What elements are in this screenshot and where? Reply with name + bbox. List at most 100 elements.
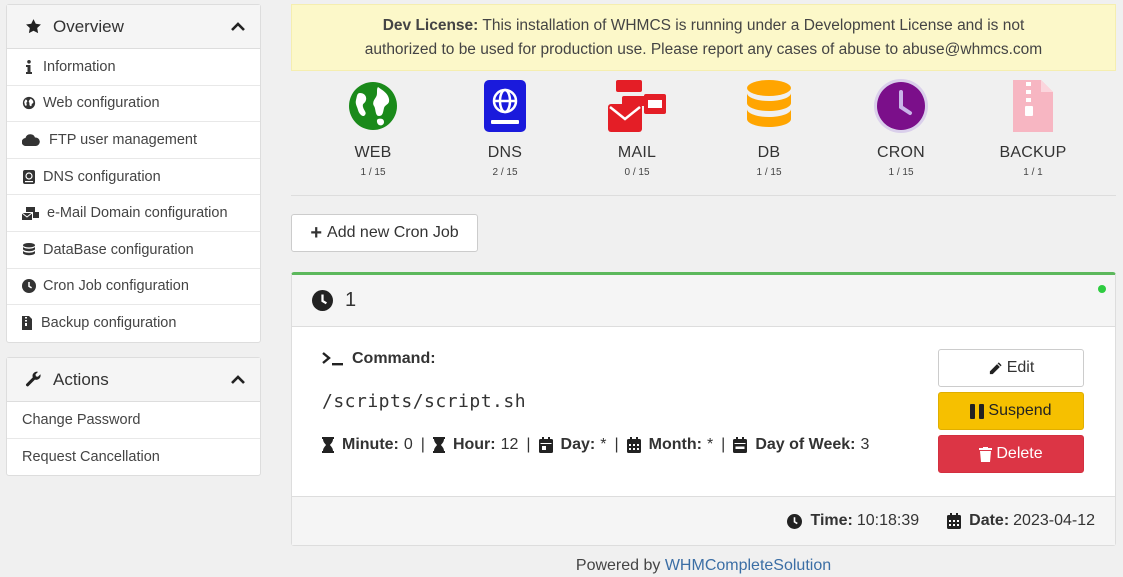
clock-icon bbox=[21, 279, 37, 294]
calendar-week-icon bbox=[733, 437, 748, 453]
wrench-icon bbox=[25, 371, 43, 388]
overview-panel-header[interactable]: Overview bbox=[7, 5, 260, 49]
schedule-minute: Minute: 0 bbox=[322, 436, 413, 454]
cron-job-card: 1 Command: /scripts/script.sh Minute: 0 |… bbox=[291, 272, 1116, 546]
stat-cron[interactable]: CRON 1 / 15 bbox=[841, 78, 961, 178]
cron-job-header: 1 bbox=[292, 275, 1115, 327]
sidebar-item-dns-configuration[interactable]: DNS configuration bbox=[7, 159, 260, 196]
sidebar-item-label: DNS configuration bbox=[43, 168, 161, 185]
sidebar-item-label: e-Mail Domain configuration bbox=[47, 205, 228, 222]
schedule-hour: Hour: 12 bbox=[432, 436, 518, 454]
overview-title: Overview bbox=[53, 16, 124, 36]
mail-bulk-icon bbox=[577, 78, 697, 134]
trash-icon bbox=[979, 446, 993, 462]
month-value: * bbox=[706, 436, 714, 453]
delete-label: Delete bbox=[996, 445, 1043, 462]
month-label: Month: bbox=[648, 436, 702, 453]
powered-by: Powered by WHMCompleteSolution bbox=[291, 557, 1116, 575]
sidebar-item-label: Information bbox=[43, 58, 116, 75]
stat-db[interactable]: DB 1 / 15 bbox=[709, 78, 829, 178]
minute-value: 0 bbox=[403, 436, 413, 453]
stat-count: 0 / 15 bbox=[624, 167, 650, 178]
info-icon bbox=[21, 59, 37, 74]
stat-count: 1 / 15 bbox=[756, 167, 782, 178]
clock-icon bbox=[312, 290, 333, 311]
sidebar-item-email-domain-configuration[interactable]: e-Mail Domain configuration bbox=[7, 195, 260, 232]
separator: | bbox=[420, 436, 425, 453]
globe-icon bbox=[313, 78, 433, 134]
add-new-cron-job-button[interactable]: + Add new Cron Job bbox=[291, 214, 478, 252]
sidebar-item-label: Web configuration bbox=[43, 95, 160, 112]
schedule-month: Month: * bbox=[626, 436, 714, 454]
edit-button[interactable]: Edit bbox=[938, 349, 1084, 387]
time-info: Time: 10:18:39 bbox=[787, 512, 919, 530]
stat-label: MAIL bbox=[617, 144, 657, 161]
calendar-alt-icon bbox=[947, 513, 962, 529]
sidebar-item-cron-job-configuration[interactable]: Cron Job configuration bbox=[7, 269, 260, 306]
date-value: 2023-04-12 bbox=[1013, 512, 1095, 529]
actions-panel-header[interactable]: Actions bbox=[7, 358, 260, 402]
stat-label: BACKUP bbox=[999, 144, 1067, 161]
sidebar-item-ftp-user-management[interactable]: FTP user management bbox=[7, 122, 260, 159]
separator: | bbox=[721, 436, 726, 453]
cron-job-id: 1 bbox=[345, 289, 357, 311]
hourglass-icon bbox=[432, 437, 445, 453]
cron-job-footer: Time: 10:18:39 Date: 2023-04-12 bbox=[292, 496, 1115, 545]
database-icon bbox=[709, 78, 829, 134]
address-book-icon bbox=[445, 78, 565, 134]
sidebar-item-label: FTP user management bbox=[49, 131, 198, 148]
overview-panel: Overview Information Web configuration F… bbox=[6, 4, 261, 343]
stat-count: 1 / 15 bbox=[360, 167, 386, 178]
stat-label: WEB bbox=[354, 144, 392, 161]
address-book-icon bbox=[21, 169, 37, 184]
sidebar-item-request-cancellation[interactable]: Request Cancellation bbox=[7, 439, 260, 476]
sidebar-item-label: Request Cancellation bbox=[22, 448, 160, 465]
sidebar-item-information[interactable]: Information bbox=[7, 49, 260, 86]
sidebar-item-backup-configuration[interactable]: Backup configuration bbox=[7, 305, 260, 342]
clock-icon bbox=[787, 513, 803, 529]
whmcs-link[interactable]: WHMCompleteSolution bbox=[665, 557, 831, 574]
add-button-label: Add new Cron Job bbox=[327, 224, 459, 241]
schedule-day: Day: * bbox=[538, 436, 606, 454]
globe-icon bbox=[21, 96, 37, 110]
terminal-icon bbox=[322, 352, 344, 366]
command-label: Command: bbox=[322, 350, 436, 368]
day-of-week-value: 3 bbox=[860, 436, 870, 453]
edit-label: Edit bbox=[1006, 359, 1035, 376]
day-label: Day: bbox=[560, 436, 596, 453]
time-label: Time: bbox=[810, 512, 853, 529]
cloud-icon bbox=[21, 134, 41, 146]
stat-mail[interactable]: MAIL 0 / 15 bbox=[577, 78, 697, 178]
sidebar-item-label: DataBase configuration bbox=[43, 241, 194, 258]
stat-backup[interactable]: BACKUP 1 / 1 bbox=[973, 78, 1093, 178]
chevron-up-icon[interactable] bbox=[230, 372, 246, 388]
mail-bulk-icon bbox=[21, 206, 39, 220]
delete-button[interactable]: Delete bbox=[938, 435, 1084, 473]
date-info: Date: 2023-04-12 bbox=[947, 512, 1095, 530]
stat-web[interactable]: WEB 1 / 15 bbox=[313, 78, 433, 178]
sidebar-item-web-configuration[interactable]: Web configuration bbox=[7, 86, 260, 123]
suspend-button[interactable]: Suspend bbox=[938, 392, 1084, 430]
usage-stats: WEB 1 / 15 DNS 2 / 15 MAIL 0 / 15 DB 1 /… bbox=[291, 78, 1116, 196]
powered-by-text: Powered by bbox=[575, 557, 665, 574]
actions-panel: Actions Change Password Request Cancella… bbox=[6, 357, 261, 477]
date-label: Date: bbox=[969, 512, 1010, 529]
pencil-icon bbox=[988, 361, 1003, 376]
hourglass-icon bbox=[322, 437, 334, 453]
stat-dns[interactable]: DNS 2 / 15 bbox=[445, 78, 565, 178]
alert-line2: authorized to be used for production use… bbox=[364, 41, 1043, 58]
sidebar-item-label: Cron Job configuration bbox=[43, 278, 189, 295]
calendar-alt-icon bbox=[626, 437, 641, 453]
clock-icon bbox=[841, 78, 961, 134]
database-icon bbox=[21, 242, 37, 257]
stat-count: 2 / 15 bbox=[492, 167, 518, 178]
sidebar-item-database-configuration[interactable]: DataBase configuration bbox=[7, 232, 260, 269]
chevron-up-icon[interactable] bbox=[230, 19, 246, 35]
stat-label: CRON bbox=[877, 144, 925, 161]
command-value: /scripts/script.sh bbox=[322, 391, 527, 412]
day-of-week-label: Day of Week: bbox=[755, 436, 856, 453]
command-label-text: Command: bbox=[352, 350, 436, 367]
file-archive-icon bbox=[21, 316, 33, 331]
file-archive-icon bbox=[973, 78, 1093, 134]
sidebar-item-change-password[interactable]: Change Password bbox=[7, 402, 260, 439]
